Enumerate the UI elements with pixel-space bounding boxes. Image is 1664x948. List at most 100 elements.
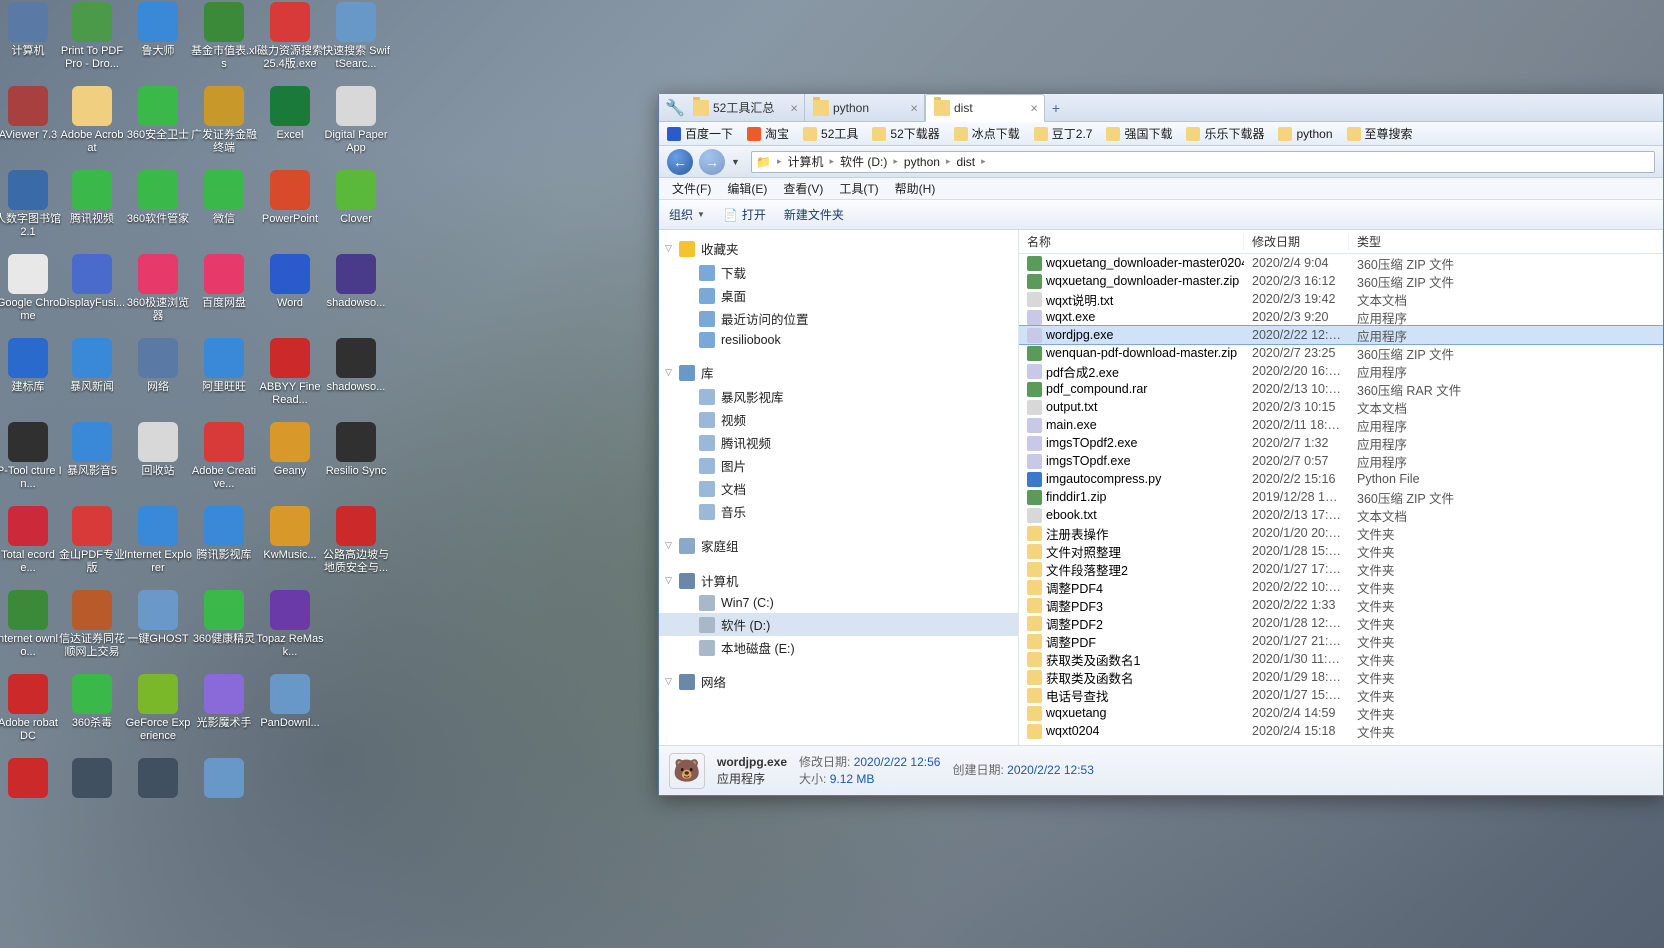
desktop-icon[interactable]: 人数字图书馆 2.1 xyxy=(0,168,64,252)
nav-item[interactable]: 图片 xyxy=(659,454,1018,477)
desktop-icon[interactable]: Adobe Creative... xyxy=(188,420,260,504)
new-folder-button[interactable]: 新建文件夹 xyxy=(784,206,844,223)
menu-item[interactable]: 工具(T) xyxy=(832,178,885,199)
bookmark[interactable]: 百度一下 xyxy=(667,125,733,142)
desktop-icon[interactable]: 腾讯影视库 xyxy=(188,504,260,588)
breadcrumb-item[interactable]: python xyxy=(900,155,944,169)
file-row[interactable]: ebook.txt 2020/2/13 17:47 文本文档 xyxy=(1019,506,1663,524)
file-row[interactable]: 调整PDF 2020/1/27 21:18 文件夹 xyxy=(1019,632,1663,650)
bookmark[interactable]: python xyxy=(1278,127,1332,141)
file-list[interactable]: wqxuetang_downloader-master0204.... 2020… xyxy=(1019,254,1663,745)
nav-item[interactable]: 最近访问的位置 xyxy=(659,307,1018,330)
desktop-icon[interactable]: DisplayFusi... xyxy=(56,252,128,336)
desktop-icon[interactable]: 光影魔术手 xyxy=(188,672,260,756)
breadcrumb-bar[interactable]: 📁 ▸计算机▸软件 (D:)▸python▸dist▸ xyxy=(751,151,1655,173)
desktop-icon[interactable]: 磁力资源搜索25.4版.exe xyxy=(254,0,326,84)
desktop-icon[interactable]: 微信 xyxy=(188,168,260,252)
desktop-icon[interactable]: Geany xyxy=(254,420,326,504)
desktop-icon[interactable]: iP-Tool cture In... xyxy=(0,420,64,504)
nav-item[interactable]: Win7 (C:) xyxy=(659,593,1018,613)
desktop-icon[interactable]: Print To PDF Pro - Dro... xyxy=(56,0,128,84)
desktop-icon[interactable]: 360健康精灵 xyxy=(188,588,260,672)
desktop-icon[interactable]: 基金市值表.xls xyxy=(188,0,260,84)
desktop-icon[interactable]: 360安全卫士 xyxy=(122,84,194,168)
file-row[interactable]: wqxuetang_downloader-master.zip 2020/2/3… xyxy=(1019,272,1663,290)
nav-group-header[interactable]: 网络 xyxy=(659,669,1018,694)
open-button[interactable]: 📄打开 xyxy=(723,206,766,223)
file-row[interactable]: 文件段落整理2 2020/1/27 17:26 文件夹 xyxy=(1019,560,1663,578)
header-type[interactable]: 类型 xyxy=(1349,233,1663,250)
breadcrumb-item[interactable]: 计算机 xyxy=(783,153,827,170)
header-date[interactable]: 修改日期 xyxy=(1244,233,1349,250)
close-icon[interactable]: × xyxy=(1030,101,1038,116)
menu-item[interactable]: 文件(F) xyxy=(665,178,718,199)
file-row[interactable]: finddir1.zip 2019/12/28 12:55 360压缩 ZIP … xyxy=(1019,488,1663,506)
desktop-icon[interactable]: 金山PDF专业版 xyxy=(56,504,128,588)
file-row[interactable]: main.exe 2020/2/11 18:39 应用程序 xyxy=(1019,416,1663,434)
desktop-icon[interactable] xyxy=(188,756,260,840)
menu-item[interactable]: 帮助(H) xyxy=(888,178,943,199)
file-row[interactable]: wqxt0204 2020/2/4 15:18 文件夹 xyxy=(1019,722,1663,740)
desktop-icon[interactable]: 阿里旺旺 xyxy=(188,336,260,420)
header-name[interactable]: 名称 xyxy=(1019,233,1244,250)
desktop-icon[interactable]: 信达证券同花顺网上交易 xyxy=(56,588,128,672)
desktop-icon[interactable]: 百度网盘 xyxy=(188,252,260,336)
file-row[interactable]: 电话号查找 2020/1/27 15:28 文件夹 xyxy=(1019,686,1663,704)
file-row[interactable]: wqxuetang 2020/2/4 14:59 文件夹 xyxy=(1019,704,1663,722)
desktop-icon[interactable]: 暴风影音5 xyxy=(56,420,128,504)
desktop-icon[interactable] xyxy=(56,756,128,840)
desktop-icon[interactable]: Internet Explorer xyxy=(122,504,194,588)
desktop-icon[interactable]: 360极速浏览器 xyxy=(122,252,194,336)
file-row[interactable]: imgautocompress.py 2020/2/2 15:16 Python… xyxy=(1019,470,1663,488)
desktop-icon[interactable]: 建标库 xyxy=(0,336,64,420)
desktop-icon[interactable]: Google Chrome xyxy=(0,252,64,336)
file-row[interactable]: imgsTOpdf2.exe 2020/2/7 1:32 应用程序 xyxy=(1019,434,1663,452)
desktop-icon[interactable] xyxy=(122,756,194,840)
desktop-icon[interactable]: Digital Paper App xyxy=(320,84,392,168)
bookmark[interactable]: 乐乐下载器 xyxy=(1186,125,1264,142)
desktop-icon[interactable]: 腾讯视频 xyxy=(56,168,128,252)
file-row[interactable]: wenquan-pdf-download-master.zip 2020/2/7… xyxy=(1019,344,1663,362)
desktop-icon[interactable]: shadowso... xyxy=(320,336,392,420)
window-tab[interactable]: dist× xyxy=(925,94,1045,122)
desktop-icon[interactable]: nternet ownlo... xyxy=(0,588,64,672)
desktop-icon[interactable]: Adobe robat DC xyxy=(0,672,64,756)
nav-group-header[interactable]: 家庭组 xyxy=(659,533,1018,558)
bookmark[interactable]: 冰点下载 xyxy=(954,125,1020,142)
bookmark[interactable]: 淘宝 xyxy=(747,125,789,142)
desktop-icon[interactable]: PanDownl... xyxy=(254,672,326,756)
new-tab-button[interactable]: + xyxy=(1045,94,1067,121)
nav-item[interactable]: 音乐 xyxy=(659,500,1018,523)
file-row[interactable]: pdf合成2.exe 2020/2/20 16:37 应用程序 xyxy=(1019,362,1663,380)
desktop-icon[interactable]: 快速搜索 SwiftSearc... xyxy=(320,0,392,84)
desktop-icon[interactable]: KwMusic... xyxy=(254,504,326,588)
nav-item[interactable]: 腾讯视频 xyxy=(659,431,1018,454)
desktop-icon[interactable]: GeForce Experience xyxy=(122,672,194,756)
nav-forward-button[interactable]: → xyxy=(699,149,725,175)
nav-item[interactable]: 桌面 xyxy=(659,284,1018,307)
bookmark[interactable]: 52下载器 xyxy=(872,125,939,142)
desktop-icon[interactable]: Topaz ReMask... xyxy=(254,588,326,672)
nav-item[interactable]: resiliobook xyxy=(659,330,1018,350)
desktop-icon[interactable]: 公路高边坡与地质安全与... xyxy=(320,504,392,588)
file-row[interactable]: 调整PDF3 2020/2/22 1:33 文件夹 xyxy=(1019,596,1663,614)
desktop-icon[interactable]: Clover xyxy=(320,168,392,252)
bookmark[interactable]: 强国下载 xyxy=(1106,125,1172,142)
desktop-icon[interactable]: 暴风新闻 xyxy=(56,336,128,420)
file-row[interactable]: wqxuetang_downloader-master0204.... 2020… xyxy=(1019,254,1663,272)
nav-group-header[interactable]: 计算机 xyxy=(659,568,1018,593)
desktop-icon[interactable]: AViewer 7.3 xyxy=(0,84,64,168)
nav-history-dropdown[interactable]: ▼ xyxy=(731,157,745,167)
file-row[interactable]: 调整PDF4 2020/2/22 10:10 文件夹 xyxy=(1019,578,1663,596)
desktop-icon[interactable]: Excel xyxy=(254,84,326,168)
desktop-icon[interactable]: Resilio Sync xyxy=(320,420,392,504)
nav-back-button[interactable]: ← xyxy=(667,149,693,175)
window-tab[interactable]: python× xyxy=(805,94,925,121)
menu-item[interactable]: 编辑(E) xyxy=(720,178,774,199)
nav-item[interactable]: 视频 xyxy=(659,408,1018,431)
desktop-icon[interactable]: 360软件管家 xyxy=(122,168,194,252)
file-row[interactable]: wqxt.exe 2020/2/3 9:20 应用程序 xyxy=(1019,308,1663,326)
desktop-icon[interactable]: 鲁大师 xyxy=(122,0,194,84)
bookmark[interactable]: 52工具 xyxy=(803,125,858,142)
close-icon[interactable]: × xyxy=(790,100,798,115)
